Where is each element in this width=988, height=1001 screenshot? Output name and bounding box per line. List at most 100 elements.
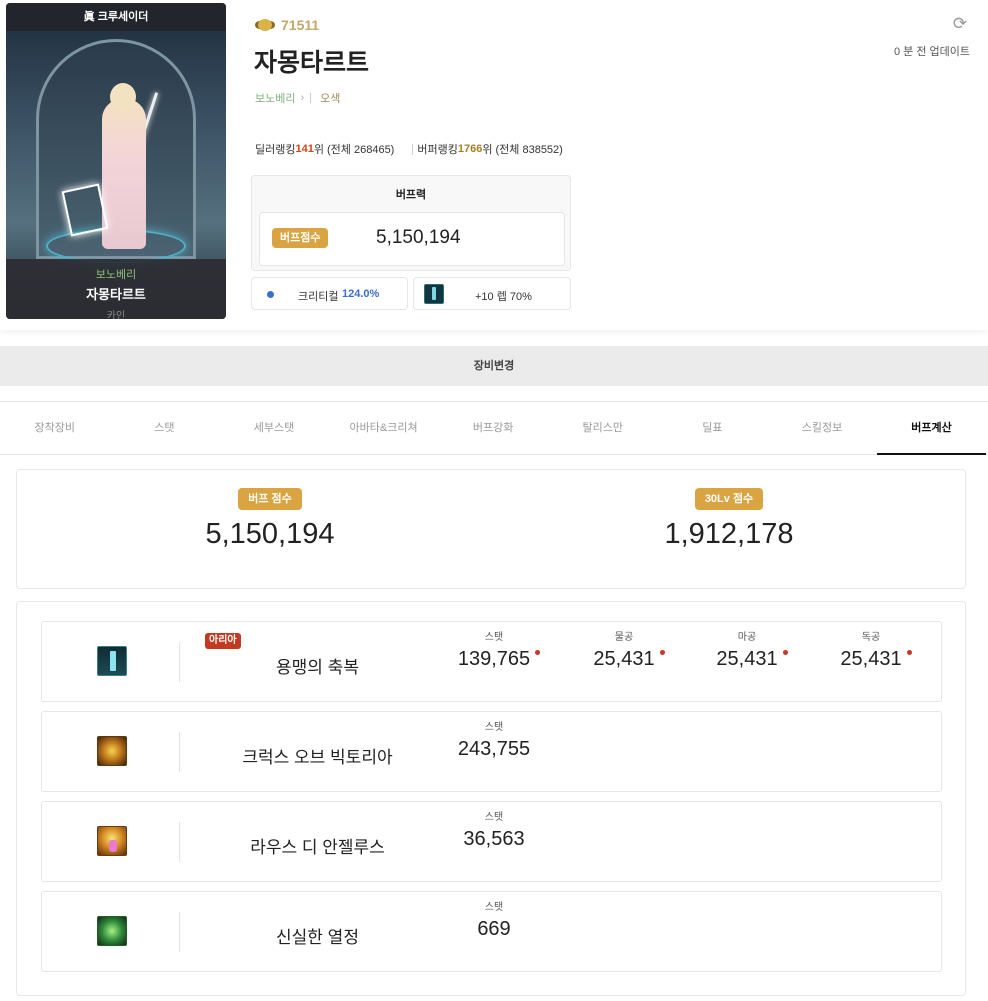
adventure-guild-line: 보노베리 › 오색 <box>255 90 340 106</box>
buff-score-panel: 버프점수 5,150,194 <box>259 212 565 266</box>
buffer-rank-prefix: 버퍼랭킹 <box>417 144 458 156</box>
divider <box>310 93 312 103</box>
stat-column: 스탯 36,563 <box>439 808 549 851</box>
buffer-rank-suffix: 위 (전체 838552) <box>482 144 563 156</box>
buff-score-label: 버프 점수 <box>238 488 302 510</box>
character-head <box>110 83 136 111</box>
critical-label: 크리티컬 <box>298 291 339 303</box>
tab-bar: 장착장비 스탯 세부스탯 아바타&크리쳐 버프강화 탈리스만 딜표 스킬정보 버… <box>0 401 988 455</box>
stat-number: 25,431 <box>593 648 655 670</box>
buff-power-title: 버프력 <box>395 189 427 201</box>
buff-row: 아리아 용맹의 축복 스탯 139,765 물공 25,431 마공 25,43… <box>41 621 942 702</box>
tab-detail-stats[interactable]: 세부스탯 <box>219 402 329 454</box>
stat-number: 25,431 <box>716 648 778 670</box>
independent-attack-column: 독공 25,431 <box>816 628 926 671</box>
character-name-panel: 보노베리 자몽타르트 카인 <box>6 259 226 319</box>
buff-score-total: 5,150,194 <box>205 518 335 550</box>
refresh-icon[interactable]: ⟳ <box>950 14 970 34</box>
stat-value: 25,431 <box>593 648 665 671</box>
tab-skill-info[interactable]: 스킬정보 <box>767 402 877 454</box>
red-dot-icon <box>535 650 541 655</box>
buff-row: 라우스 디 안젤루스 스탯 36,563 <box>41 801 942 882</box>
character-figure <box>102 99 146 249</box>
buff-score-value: 5,150,194 <box>376 227 461 248</box>
character-profile: 眞 크루세이더 보노베리 자몽타르트 카인 71511 자몽타르트 보노베리 ›… <box>0 0 988 330</box>
tab-buff-enhance[interactable]: 버프강화 <box>438 402 548 454</box>
stat-label: 스탯 <box>484 812 504 823</box>
buff-name: 라우스 디 안젤루스 <box>250 838 385 857</box>
stat-value: 25,431 <box>716 648 788 671</box>
tab-damage-table[interactable]: 딜표 <box>658 402 768 454</box>
crux-of-victoria-icon <box>97 736 127 766</box>
red-dot-icon <box>782 650 788 655</box>
dealer-rank-prefix: 딜러랭킹 <box>255 144 296 156</box>
buff-row: 크럭스 오브 빅토리아 스탯 243,755 <box>41 711 942 792</box>
tab-stats[interactable]: 스탯 <box>110 402 220 454</box>
fame-icon <box>255 16 275 34</box>
guild-name[interactable]: 오색 <box>320 90 340 106</box>
stat-column: 스탯 243,755 <box>439 718 549 761</box>
adventure-link[interactable]: 보노베리 <box>255 90 295 106</box>
stat-label: 스탯 <box>484 902 504 913</box>
buff-name: 크럭스 오브 빅토리아 <box>242 748 393 767</box>
chevron-right-icon[interactable]: › <box>300 92 304 104</box>
fame-display: 71511 <box>255 16 319 34</box>
card-server-name: 카인 <box>106 311 126 319</box>
fame-value: 71511 <box>281 17 320 33</box>
score-summary: 버프 점수 5,150,194 30Lv 점수 1,912,178 <box>16 469 966 589</box>
stat-number: 139,765 <box>457 648 531 670</box>
stat-value: 36,563 <box>463 828 525 850</box>
tab-avatar-creature[interactable]: 아바타&크리쳐 <box>329 402 439 454</box>
stat-column: 스탯 669 <box>439 898 549 941</box>
buff-score-badge: 버프점수 <box>272 228 329 248</box>
stat-label: 스탯 <box>484 722 504 733</box>
card-character-name: 자몽타르트 <box>86 287 146 302</box>
buff-power-box: 버프력 버프점수 5,150,194 <box>251 175 571 271</box>
lv30-score-total: 1,912,178 <box>664 518 794 550</box>
dragon-blessing-icon <box>97 646 127 676</box>
critical-value: 124.0% <box>342 288 380 300</box>
physical-attack-column: 물공 25,431 <box>569 628 679 671</box>
buff-name: 신실한 열정 <box>276 928 359 947</box>
lv30-score-column: 30Lv 점수 1,912,178 <box>579 488 879 551</box>
buff-name: 용맹의 축복 <box>276 658 359 677</box>
character-portrait-card: 眞 크루세이더 보노베리 자몽타르트 카인 <box>6 3 226 319</box>
card-adventure-name: 보노베리 <box>95 269 137 281</box>
critical-dot-icon <box>267 291 274 298</box>
laus-di-angelus-icon <box>97 826 127 856</box>
red-dot-icon <box>659 650 665 655</box>
tab-talisman[interactable]: 탈리스만 <box>548 402 658 454</box>
tab-equipment[interactable]: 장착장비 <box>0 402 110 454</box>
stat-column: 스탯 139,765 <box>439 628 549 671</box>
stat-label: 스탯 <box>484 632 504 643</box>
stat-number: 25,431 <box>840 648 902 670</box>
red-dot-icon <box>906 650 912 655</box>
lv30-score-label: 30Lv 점수 <box>694 488 764 510</box>
faithful-passion-icon <box>97 916 127 946</box>
buff-score-column: 버프 점수 5,150,194 <box>120 488 420 551</box>
buff-skill-list: 아리아 용맹의 축복 스탯 139,765 물공 25,431 마공 25,43… <box>16 601 966 996</box>
stat-value: 25,431 <box>840 648 912 671</box>
stat-label: 마공 <box>737 632 757 643</box>
buffer-rank-value: 1766 <box>457 143 483 155</box>
equip-change-button[interactable]: 장비변경 <box>0 346 988 386</box>
critical-box: 크리티컬 124.0% <box>251 277 408 310</box>
weapon-icon <box>424 284 444 304</box>
stat-value: 669 <box>477 918 511 940</box>
dealer-rank-value: 141 <box>295 143 314 155</box>
weapon-label: +10 렙 70% <box>475 291 532 303</box>
weapon-box: +10 렙 70% <box>413 277 571 310</box>
character-name: 자몽타르트 <box>254 49 370 77</box>
stat-value: 139,765 <box>457 648 541 671</box>
aria-tag: 아리아 <box>205 633 241 649</box>
job-title: 眞 크루세이더 <box>6 3 226 31</box>
divider <box>412 143 414 155</box>
tab-buff-calc[interactable]: 버프계산 <box>876 402 987 455</box>
magic-attack-column: 마공 25,431 <box>692 628 802 671</box>
update-time: 0 분 전 업데이트 <box>893 46 970 58</box>
stat-value: 243,755 <box>457 738 531 760</box>
dealer-rank-suffix: 위 (전체 268465) <box>313 144 395 156</box>
stat-label: 물공 <box>614 632 634 643</box>
stat-label: 독공 <box>861 632 881 643</box>
buff-row: 신실한 열정 스탯 669 <box>41 891 942 972</box>
